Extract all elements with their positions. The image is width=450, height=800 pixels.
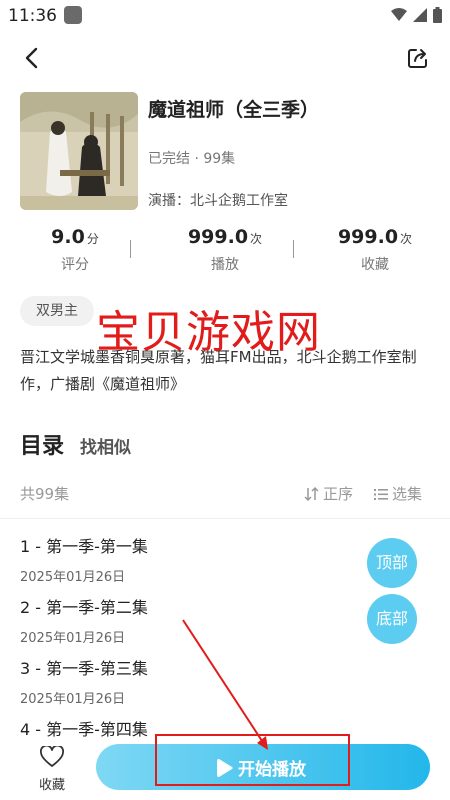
favorite-label: 收藏 [38,778,65,793]
stat-rating-label: 评分 [61,257,89,273]
stat-rating-value: 9.0 [51,226,85,248]
episode-item[interactable]: 1 - 第一季-第一集 2025年01月26日 [20,533,320,593]
stat-plays-unit: 次 [250,232,263,246]
episode-count: 共99集 [20,485,70,503]
nav-bar [0,36,450,80]
album-title: 魔道祖师（全三季） [148,99,320,121]
episode-title: 2 - 第一季-第二集 [20,598,148,617]
list-icon [374,488,388,500]
divider [0,518,450,519]
tab-similar[interactable]: 找相似 [80,433,131,458]
genre-tag[interactable]: 双男主 [20,296,94,326]
sort-icon [304,486,319,501]
favorite-button[interactable]: 收藏 [22,744,82,796]
stat-divider [130,240,131,258]
episode-date: 2025年01月26日 [20,631,126,646]
share-button[interactable] [404,44,432,72]
episode-title: 1 - 第一季-第一集 [20,537,148,556]
scroll-bottom-button[interactable]: 底部 [367,594,417,644]
battery-icon [433,7,442,23]
episode-item[interactable]: 3 - 第一季-第三集 2025年01月26日 [20,655,320,715]
back-button[interactable] [18,44,46,72]
share-icon [408,49,427,68]
status-bar: 11:36 [0,0,450,32]
episode-title: 3 - 第一季-第三集 [20,659,148,678]
stat-favorites-value: 999.0 [337,226,399,248]
sort-button[interactable]: 正序 [304,483,353,504]
album-cover[interactable] [20,92,138,210]
stat-rating-unit: 分 [86,232,99,246]
status-icons [391,7,442,23]
album-status: 已完结 · 99集 [148,151,236,167]
scroll-top-button[interactable]: 顶部 [367,538,417,588]
wifi-icon [391,8,407,21]
watermark-text: 宝贝游戏网 [96,307,321,358]
status-time: 11:36 [8,6,57,26]
signal-icon [413,8,427,22]
stat-favorites: 999.0 次 收藏 [300,226,450,274]
stat-favorites-unit: 次 [400,232,413,246]
stat-plays-value: 999.0 [187,226,249,248]
select-label: 选集 [392,485,423,503]
stat-favorites-label: 收藏 [361,257,389,273]
heart-icon [40,744,64,767]
stat-divider [293,240,294,258]
episode-item[interactable]: 2 - 第一季-第二集 2025年01月26日 [20,594,320,654]
stat-plays-label: 播放 [211,257,239,273]
tab-catalog[interactable]: 目录 [20,428,64,460]
album-header: 魔道祖师（全三季） 已完结 · 99集 演播：北斗企鹅工作室 [20,92,430,212]
episode-date: 2025年01月26日 [20,692,126,707]
annotation-highlight-box [155,734,350,786]
sort-label: 正序 [323,485,354,503]
select-episode-button[interactable]: 选集 [373,483,422,504]
stat-rating: 9.0 分 评分 [0,226,150,274]
album-cast: 演播：北斗企鹅工作室 [148,193,288,209]
cover-illustration [20,92,138,210]
app-notification-icon [64,6,82,24]
chevron-left-icon [25,47,38,69]
stats-row: 9.0 分 评分 999.0 次 播放 999.0 次 收藏 [0,226,450,278]
episode-summary: 共99集 正序 选集 [0,480,450,506]
stat-plays: 999.0 次 播放 [150,226,300,274]
episode-date: 2025年01月26日 [20,570,126,585]
